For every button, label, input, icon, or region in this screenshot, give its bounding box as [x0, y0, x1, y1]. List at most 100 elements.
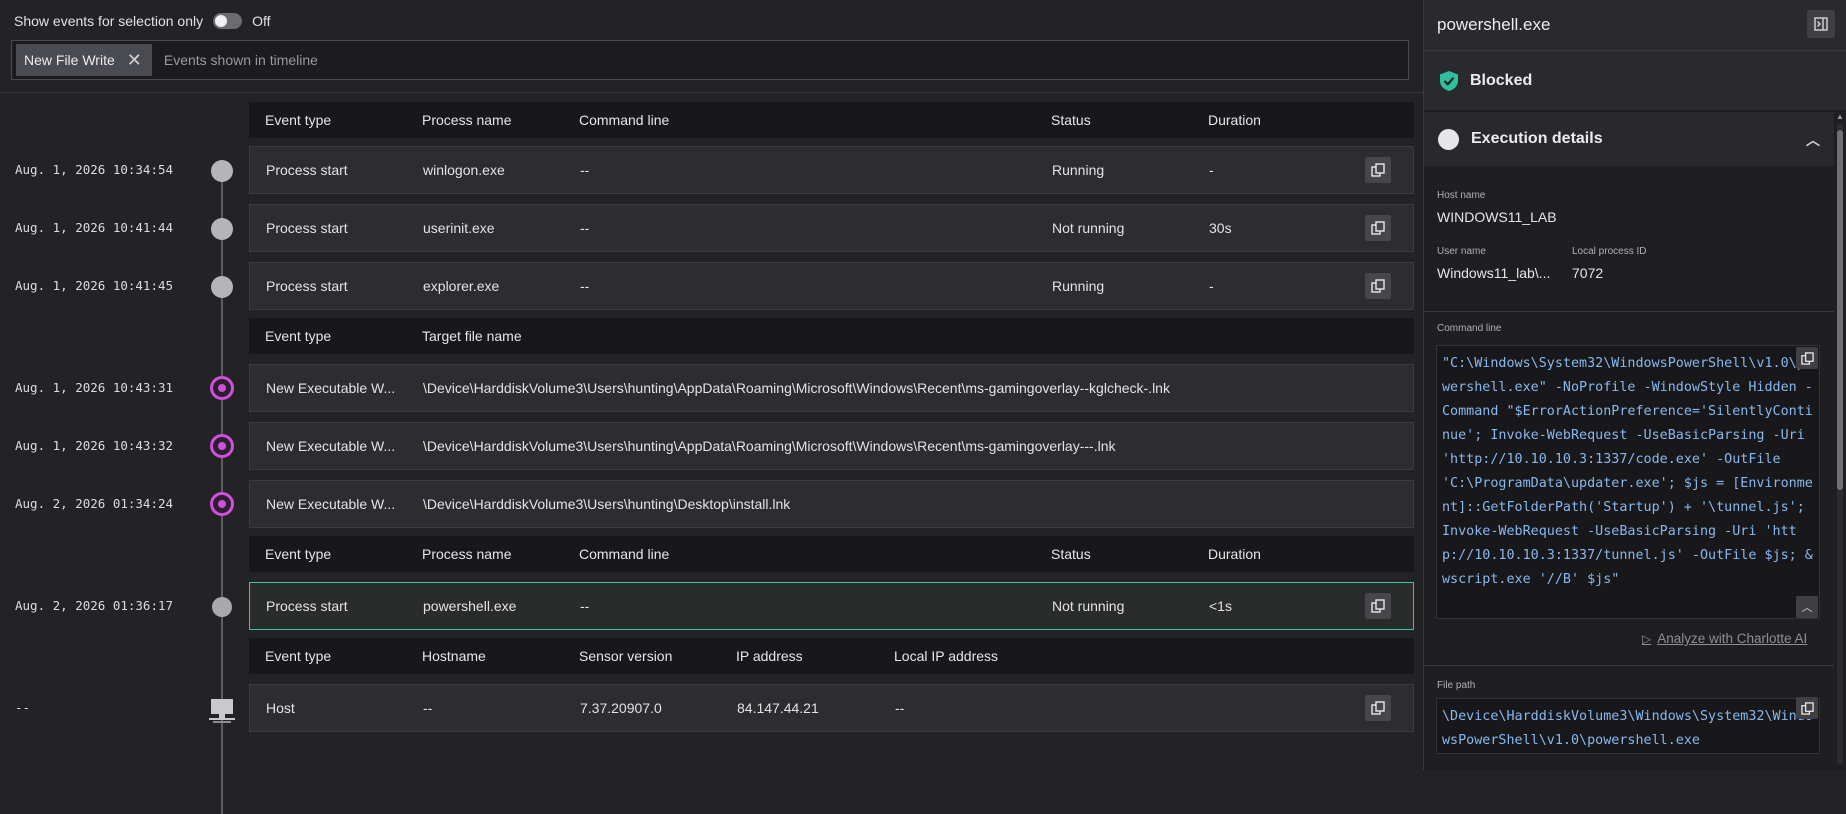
- command-line-value[interactable]: "C:\Windows\System32\WindowsPowerShell\v…: [1436, 345, 1820, 619]
- duration: <1s: [1209, 598, 1232, 614]
- table-row[interactable]: New Executable W... \Device\HarddiskVolu…: [249, 480, 1414, 528]
- file-write-node[interactable]: [210, 434, 234, 458]
- panel-header: powershell.exe: [1424, 0, 1846, 50]
- header-event-type: Event type: [265, 648, 332, 664]
- computer-icon: [208, 698, 236, 724]
- divider: [0, 92, 1423, 93]
- target-file-name: \Device\HarddiskVolume3\Users\hunting\Ap…: [423, 438, 1116, 454]
- header-process-name: Process name: [422, 546, 512, 562]
- timeline-pane: Show events for selection only Off New F…: [0, 0, 1423, 814]
- header-status: Status: [1051, 546, 1091, 562]
- panel-title: powershell.exe: [1437, 15, 1551, 34]
- details-panel: powershell.exe Blocked Execution details…: [1423, 0, 1846, 770]
- timeline-node[interactable]: [211, 160, 233, 182]
- copy-icon[interactable]: [1365, 695, 1391, 721]
- table-header-process: Event type Process name Command line Sta…: [249, 536, 1414, 572]
- event-type: New Executable W...: [266, 380, 396, 396]
- header-status: Status: [1051, 112, 1091, 128]
- status: Not running: [1052, 598, 1125, 614]
- copy-icon[interactable]: [1796, 697, 1818, 719]
- event-timeline: Event type Process name Command line Sta…: [0, 100, 1423, 814]
- target-file-name: \Device\HarddiskVolume3\Users\hunting\Ap…: [423, 380, 1170, 396]
- status: Running: [1052, 162, 1105, 178]
- filter-hint: Events shown in timeline: [163, 52, 318, 68]
- file-write-node[interactable]: [210, 376, 234, 400]
- command-line: --: [580, 162, 590, 178]
- chip-label: New File Write: [24, 52, 115, 68]
- process-name: explorer.exe: [423, 278, 500, 294]
- table-row[interactable]: New Executable W... \Device\HarddiskVolu…: [249, 422, 1414, 470]
- header-hostname: Hostname: [422, 648, 486, 664]
- table-row[interactable]: Process start userinit.exe -- Not runnin…: [249, 204, 1414, 252]
- event-filter-bar[interactable]: New File Write ✕ Events shown in timelin…: [11, 40, 1409, 80]
- hostname: --: [423, 700, 433, 716]
- user-name-value: Windows11_lab\...: [1437, 265, 1551, 281]
- analyze-with-charlotte-link[interactable]: ▷ Analyze with Charlotte AI: [1642, 631, 1807, 646]
- execution-details-header[interactable]: Execution details ︿: [1424, 112, 1834, 166]
- shield-check-icon: [1440, 70, 1458, 91]
- event-type: Process start: [266, 162, 348, 178]
- event-timestamp: Aug. 1, 2026 10:43:32: [15, 438, 174, 453]
- file-path-label: File path: [1437, 680, 1476, 691]
- copy-icon[interactable]: [1365, 215, 1391, 241]
- analyze-label: Analyze with Charlotte AI: [1657, 631, 1808, 646]
- event-type: New Executable W...: [266, 438, 396, 454]
- ip-address: 84.147.44.21: [737, 700, 819, 716]
- chevron-up-icon[interactable]: ︿: [1806, 130, 1820, 150]
- toggle-label: Show events for selection only: [14, 13, 204, 29]
- circle-icon: [1438, 128, 1459, 150]
- header-ip-address: IP address: [736, 648, 803, 664]
- header-target-file-name: Target file name: [422, 328, 522, 344]
- target-file-name: \Device\HarddiskVolume3\Users\hunting\De…: [423, 496, 791, 512]
- command-line-label: Command line: [1437, 323, 1502, 334]
- table-header-process: Event type Process name Command line Sta…: [249, 102, 1414, 138]
- event-type: Host: [266, 700, 295, 716]
- copy-icon[interactable]: [1365, 593, 1391, 619]
- copy-icon[interactable]: [1796, 347, 1818, 369]
- verdict-label: Blocked: [1470, 71, 1533, 89]
- command-line: --: [580, 598, 590, 614]
- selection-filter-toggle-row: Show events for selection only Off: [14, 10, 271, 32]
- table-row[interactable]: New Executable W... \Device\HarddiskVolu…: [249, 364, 1414, 412]
- host-name-value: WINDOWS11_LAB: [1437, 209, 1557, 225]
- toggle-state: Off: [252, 13, 271, 29]
- timeline-node[interactable]: [211, 218, 233, 240]
- divider: [1424, 311, 1834, 312]
- copy-icon[interactable]: [1365, 157, 1391, 183]
- panel-scrollbar[interactable]: ▲: [1835, 112, 1844, 770]
- duration: -: [1209, 278, 1214, 294]
- process-name: powershell.exe: [423, 598, 517, 614]
- event-timestamp: Aug. 2, 2026 01:36:17: [15, 598, 174, 613]
- toggle-switch-icon[interactable]: [213, 13, 243, 29]
- filter-chip-new-file-write[interactable]: New File Write ✕: [16, 44, 152, 76]
- file-write-node[interactable]: [210, 492, 234, 516]
- pid-label: Local process ID: [1572, 246, 1647, 257]
- timeline-node[interactable]: [211, 276, 233, 298]
- header-sensor-version: Sensor version: [579, 648, 673, 664]
- sensor-version: 7.37.20907.0: [580, 700, 662, 716]
- user-name-label: User name: [1437, 246, 1486, 257]
- status: Running: [1052, 278, 1105, 294]
- scrollbar-thumb[interactable]: [1837, 130, 1843, 490]
- scroll-up-icon[interactable]: ▲: [1836, 112, 1844, 121]
- table-header-host: Event type Hostname Sensor version IP ad…: [249, 638, 1414, 674]
- table-row[interactable]: Process start explorer.exe -- Running -: [249, 262, 1414, 310]
- copy-icon[interactable]: [1365, 273, 1391, 299]
- header-event-type: Event type: [265, 546, 332, 562]
- table-row[interactable]: Host -- 7.37.20907.0 84.147.44.21 --: [249, 684, 1414, 732]
- verdict-banner: Blocked: [1424, 50, 1846, 110]
- section-title: Execution details: [1471, 130, 1603, 147]
- command-line: --: [580, 278, 590, 294]
- table-row[interactable]: Process start winlogon.exe -- Running -: [249, 146, 1414, 194]
- table-header-file: Event type Target file name: [249, 318, 1414, 354]
- header-duration: Duration: [1208, 546, 1261, 562]
- table-row-selected[interactable]: Process start powershell.exe -- Not runn…: [249, 582, 1414, 630]
- duration: 30s: [1209, 220, 1232, 236]
- event-timestamp: Aug. 1, 2026 10:41:44: [15, 220, 174, 235]
- file-path-value[interactable]: \Device\HarddiskVolume3\Windows\System32…: [1436, 698, 1820, 754]
- chevron-up-icon[interactable]: ︿: [1796, 596, 1818, 618]
- close-icon[interactable]: ✕: [127, 51, 142, 69]
- panel-collapse-icon[interactable]: [1807, 10, 1835, 38]
- timeline-node[interactable]: [212, 597, 232, 617]
- divider: [1424, 665, 1834, 666]
